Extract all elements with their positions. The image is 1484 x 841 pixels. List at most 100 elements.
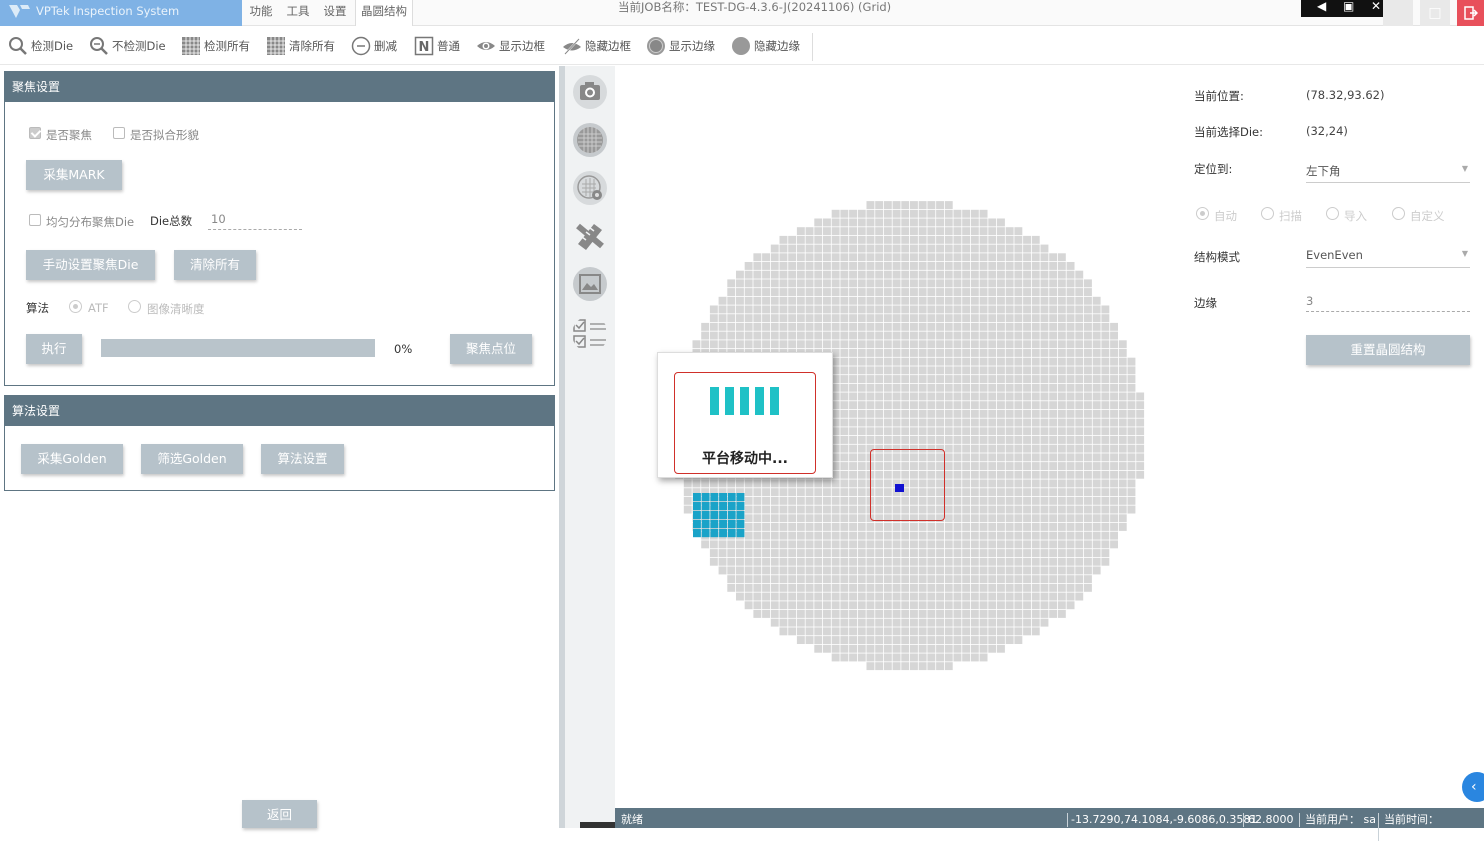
die-cell[interactable] xyxy=(866,601,875,610)
die-cell[interactable] xyxy=(744,566,753,575)
die-cell[interactable] xyxy=(1066,601,1075,610)
die-cell[interactable] xyxy=(927,331,936,340)
die-cell[interactable] xyxy=(883,235,892,244)
die-cell[interactable] xyxy=(1057,366,1066,375)
die-cell[interactable] xyxy=(788,627,797,636)
die-cell[interactable] xyxy=(875,349,884,357)
die-cell[interactable] xyxy=(770,592,779,601)
die-cell[interactable] xyxy=(1101,340,1110,349)
focus-die-cell[interactable] xyxy=(710,502,719,511)
die-cell[interactable] xyxy=(1118,505,1127,514)
die-cell[interactable] xyxy=(1049,401,1058,410)
die-cell[interactable] xyxy=(744,305,753,314)
die-cell[interactable] xyxy=(1040,314,1049,323)
die-cell[interactable] xyxy=(936,227,944,236)
die-cell[interactable] xyxy=(927,314,936,323)
maximize-button[interactable]: □ xyxy=(1420,0,1450,26)
die-cell[interactable] xyxy=(857,253,866,262)
die-cell[interactable] xyxy=(1066,523,1075,531)
die-cell[interactable] xyxy=(796,505,805,514)
die-cell[interactable] xyxy=(953,462,962,470)
die-cell[interactable] xyxy=(788,479,797,488)
die-cell[interactable] xyxy=(1005,305,1014,314)
die-cell[interactable] xyxy=(718,566,727,575)
die-cell[interactable] xyxy=(805,314,814,323)
die-cell[interactable] xyxy=(1040,470,1049,479)
die-cell[interactable] xyxy=(918,549,927,557)
die-cell[interactable] xyxy=(1066,401,1075,410)
die-cell[interactable] xyxy=(796,610,805,618)
die-cell[interactable] xyxy=(997,470,1005,479)
die-cell[interactable] xyxy=(736,314,744,323)
die-cell[interactable] xyxy=(1040,288,1049,296)
die-cell[interactable] xyxy=(944,227,953,236)
die-cell[interactable] xyxy=(796,340,805,349)
die-cell[interactable] xyxy=(1084,392,1092,401)
die-cell[interactable] xyxy=(979,279,988,288)
die-cell[interactable] xyxy=(857,479,866,488)
die-cell[interactable] xyxy=(892,627,901,636)
die-cell[interactable] xyxy=(840,209,849,218)
die-cell[interactable] xyxy=(753,340,762,349)
die-cell[interactable] xyxy=(1049,340,1058,349)
die-cell[interactable] xyxy=(892,227,901,236)
die-cell[interactable] xyxy=(823,540,831,549)
die-cell[interactable] xyxy=(1005,601,1014,610)
die-cell[interactable] xyxy=(944,253,953,262)
die-cell[interactable] xyxy=(910,331,918,340)
die-cell[interactable] xyxy=(1110,436,1118,444)
die-cell[interactable] xyxy=(866,575,875,584)
die-cell[interactable] xyxy=(1031,288,1040,296)
die-cell[interactable] xyxy=(997,566,1005,575)
die-cell[interactable] xyxy=(988,401,997,410)
die-cell[interactable] xyxy=(1066,349,1075,357)
die-cell[interactable] xyxy=(770,270,779,279)
die-cell[interactable] xyxy=(1049,418,1058,427)
die-cell[interactable] xyxy=(840,375,849,383)
die-cell[interactable] xyxy=(1049,566,1058,575)
die-cell[interactable] xyxy=(849,262,857,270)
die-cell[interactable] xyxy=(910,349,918,357)
die-cell[interactable] xyxy=(970,409,979,418)
die-cell[interactable] xyxy=(918,610,927,618)
die-cell[interactable] xyxy=(1031,322,1040,331)
die-cell[interactable] xyxy=(901,618,910,627)
die-cell[interactable] xyxy=(892,279,901,288)
die-cell[interactable] xyxy=(988,540,997,549)
die-cell[interactable] xyxy=(901,209,910,218)
die-cell[interactable] xyxy=(944,575,953,584)
die-cell[interactable] xyxy=(814,531,823,540)
die-cell[interactable] xyxy=(840,253,849,262)
die-cell[interactable] xyxy=(1014,418,1023,427)
die-cell[interactable] xyxy=(962,462,971,470)
die-cell[interactable] xyxy=(1031,583,1040,592)
die-cell[interactable] xyxy=(805,479,814,488)
die-cell[interactable] xyxy=(1136,436,1145,444)
die-cell[interactable] xyxy=(1005,496,1014,505)
die-cell[interactable] xyxy=(892,296,901,305)
die-cell[interactable] xyxy=(1075,444,1084,453)
die-cell[interactable] xyxy=(1049,375,1058,383)
die-cell[interactable] xyxy=(1075,375,1084,383)
die-cell[interactable] xyxy=(849,592,857,601)
die-cell[interactable] xyxy=(814,262,823,270)
die-cell[interactable] xyxy=(1014,383,1023,392)
die-cell[interactable] xyxy=(753,575,762,584)
die-cell[interactable] xyxy=(997,340,1005,349)
die-cell[interactable] xyxy=(840,409,849,418)
die-cell[interactable] xyxy=(849,427,857,436)
die-cell[interactable] xyxy=(979,453,988,462)
die-cell[interactable] xyxy=(988,349,997,357)
die-cell[interactable] xyxy=(1066,436,1075,444)
die-cell[interactable] xyxy=(944,366,953,375)
die-cell[interactable] xyxy=(918,618,927,627)
die-cell[interactable] xyxy=(857,505,866,514)
die-cell[interactable] xyxy=(1031,401,1040,410)
die-cell[interactable] xyxy=(849,479,857,488)
die-cell[interactable] xyxy=(901,314,910,323)
die-cell[interactable] xyxy=(875,427,884,436)
die-cell[interactable] xyxy=(718,479,727,488)
die-cell[interactable] xyxy=(1005,392,1014,401)
filter-golden-button[interactable]: 筛选Golden xyxy=(141,444,243,474)
die-cell[interactable] xyxy=(962,610,971,618)
